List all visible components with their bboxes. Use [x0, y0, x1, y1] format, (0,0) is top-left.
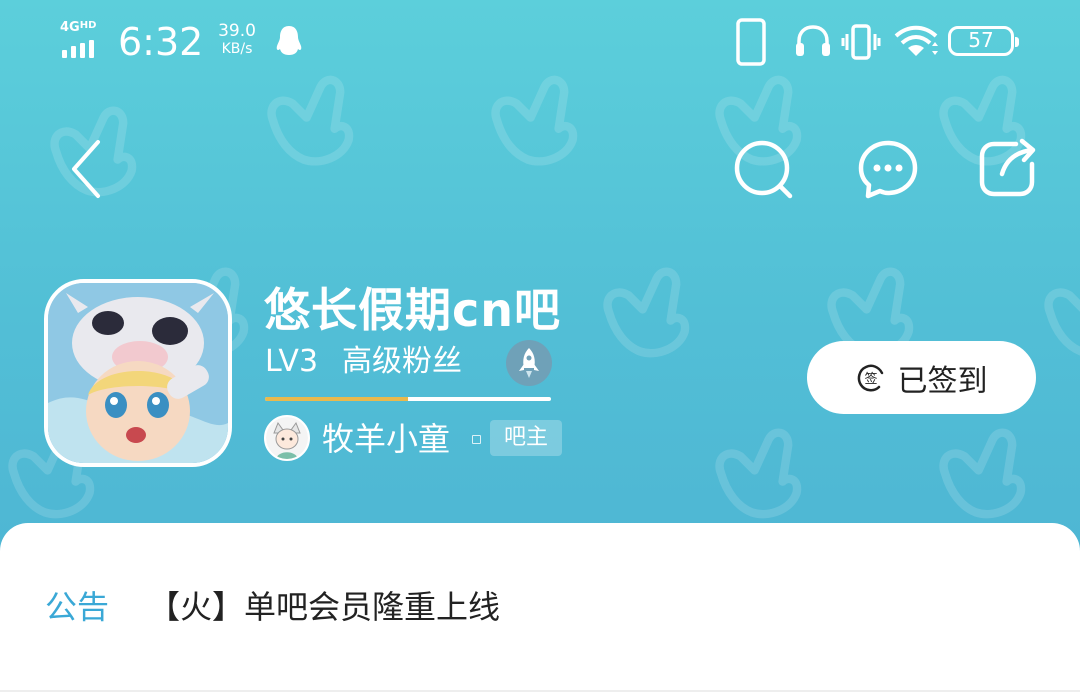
- forum-page: 4GHD 6:32 39.0 KB/s 57 悠长假期cn吧 LV3 高级粉丝 …: [0, 0, 1080, 696]
- cellular-signal-icon: 4GHD: [58, 20, 106, 58]
- share-icon[interactable]: [976, 136, 1042, 202]
- divider: [0, 690, 1080, 692]
- status-time: 6:32: [118, 20, 204, 64]
- level-title: 高级粉丝: [342, 344, 463, 379]
- rocket-icon[interactable]: [506, 340, 552, 386]
- forum-level: LV3 高级粉丝: [265, 342, 462, 382]
- notice-text[interactable]: 【火】单吧会员隆重上线: [148, 585, 500, 629]
- qq-penguin-icon: [276, 26, 302, 55]
- forum-avatar-image: [48, 283, 228, 463]
- svg-text:签: 签: [864, 371, 877, 387]
- headphones-icon: [796, 25, 830, 56]
- notice-label: 公告: [45, 588, 110, 626]
- network-speed: 39.0 KB/s: [218, 21, 256, 57]
- status-bar: 4GHD 6:32 39.0 KB/s 57: [0, 0, 1080, 84]
- chat-icon[interactable]: [856, 138, 920, 202]
- battery-indicator: 57: [948, 26, 1019, 56]
- owner-status-dot: [472, 435, 481, 444]
- level-progress-bar: [265, 397, 551, 401]
- signed-in-label: 已签到: [897, 363, 988, 399]
- wifi-icon: [894, 25, 938, 56]
- owner-name[interactable]: 牧羊小童: [322, 418, 450, 460]
- owner-avatar[interactable]: [264, 415, 310, 461]
- signed-in-button[interactable]: 签 已签到: [807, 341, 1036, 414]
- level-number: LV3: [265, 344, 319, 379]
- sign-in-icon: 签: [857, 364, 883, 391]
- back-button[interactable]: [66, 138, 106, 200]
- phone-screen-icon: [736, 18, 766, 66]
- forum-avatar[interactable]: [44, 279, 232, 467]
- vibrate-icon: [841, 24, 881, 60]
- forum-title: 悠长假期cn吧: [264, 283, 562, 337]
- level-progress-fill: [265, 397, 408, 401]
- search-icon[interactable]: [732, 138, 796, 202]
- owner-badge: 吧主: [490, 420, 562, 456]
